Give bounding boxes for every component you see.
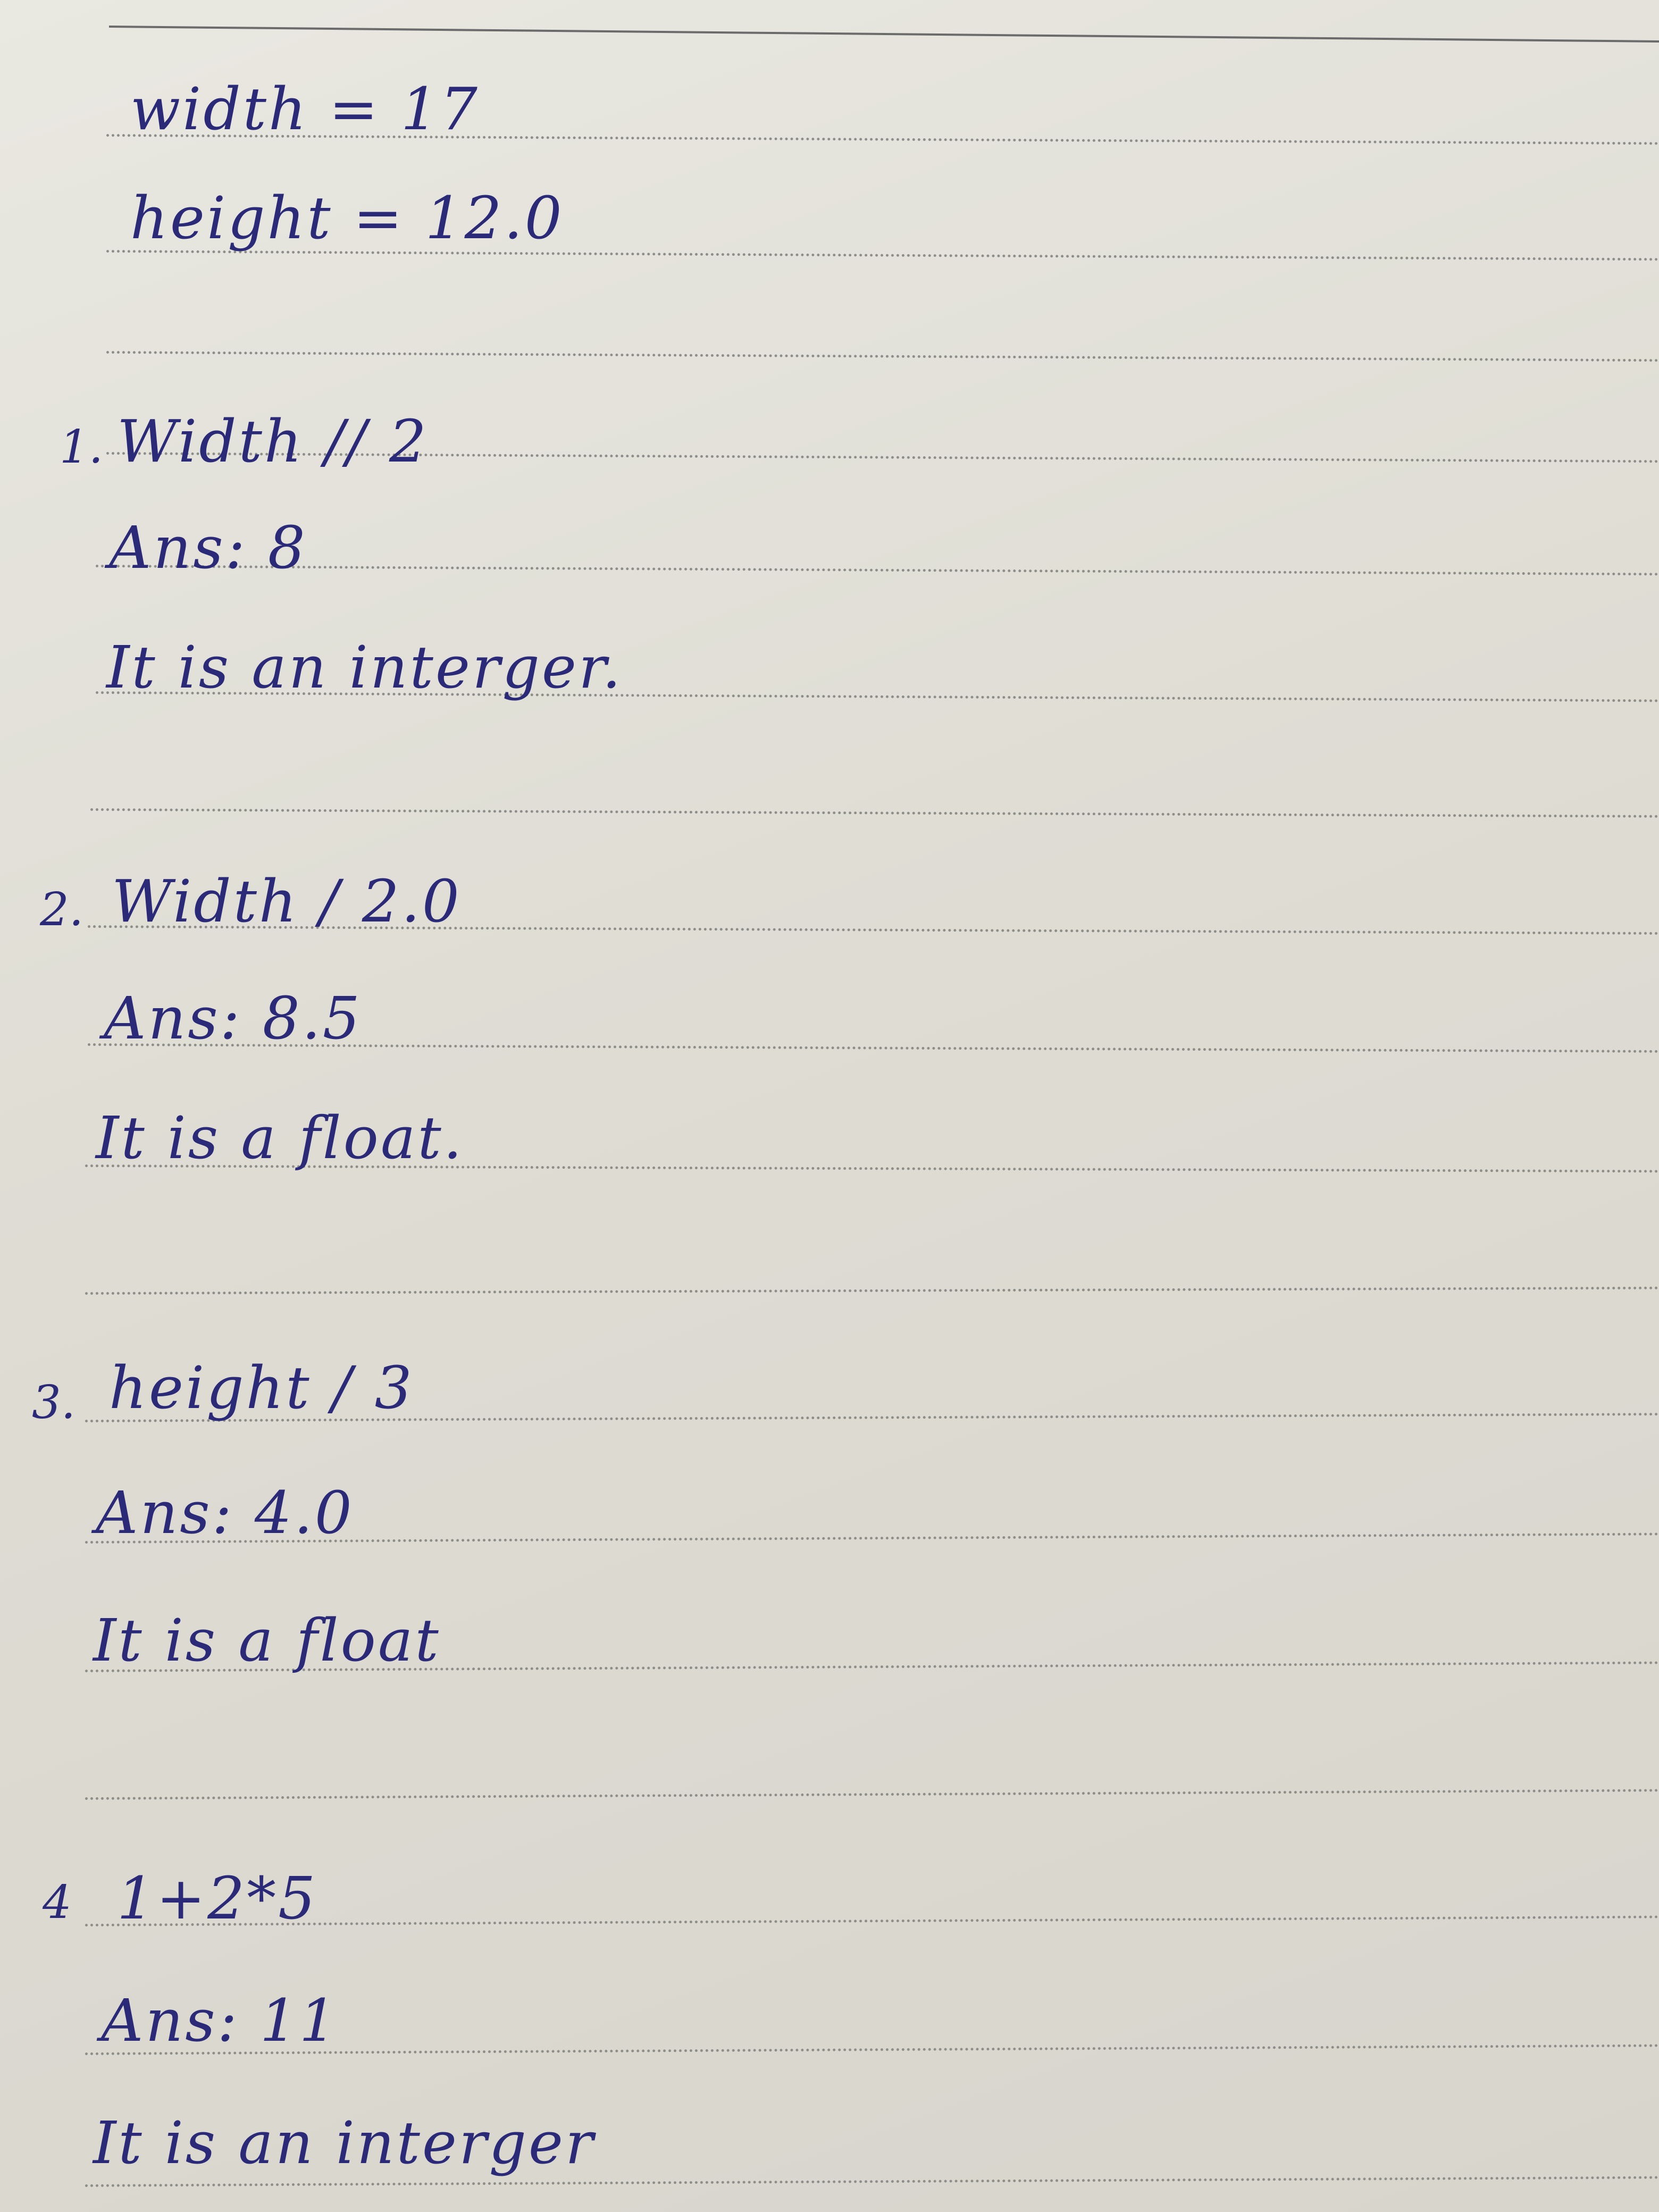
type-note: It is an interger. [106, 633, 623, 701]
ruled-line [85, 2176, 1659, 2187]
answer-line: Ans: 8.5 [104, 984, 362, 1052]
question-number: 4 [43, 1876, 72, 1929]
question-expression: height / 3 [109, 1354, 414, 1422]
ruled-line [90, 808, 1659, 818]
ruled-line [85, 1789, 1659, 1800]
ruled-line [106, 351, 1659, 362]
notebook-page: width = 17 height = 12.0 1. Width // 2 A… [0, 0, 1659, 2212]
question-number: 1. [60, 421, 104, 474]
ruled-line [85, 1915, 1659, 1926]
type-note: It is an interger [93, 2109, 596, 2177]
question-expression: Width // 2 [117, 407, 429, 475]
question-expression: Width / 2.0 [112, 867, 462, 935]
answer-line: Ans: 4.0 [96, 1479, 354, 1547]
type-note: It is a float. [96, 1104, 464, 1172]
width-assignment: width = 17 [130, 75, 480, 143]
question-number: 3. [32, 1376, 76, 1429]
height-assignment: height = 12.0 [130, 184, 564, 252]
question-expression: 1+2*5 [117, 1864, 318, 1932]
question-number: 2. [40, 883, 84, 936]
top-solid-rule [108, 26, 1659, 43]
ruled-line [95, 565, 1659, 576]
type-note: It is a float [93, 1606, 441, 1674]
answer-line: Ans: 11 [101, 1987, 339, 2055]
answer-line: Ans: 8 [109, 514, 307, 582]
ruled-line [85, 1286, 1659, 1295]
